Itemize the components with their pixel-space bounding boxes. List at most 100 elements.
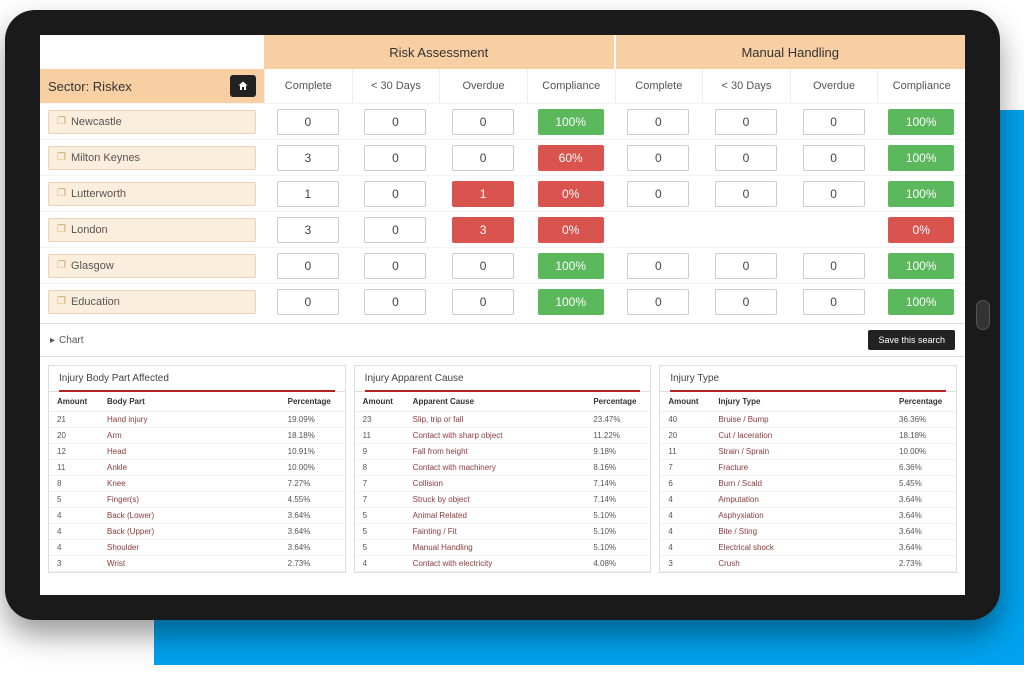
table-cell-link[interactable]: Head	[99, 444, 280, 460]
compliance-cell: 100%	[527, 253, 615, 279]
table-cell-link[interactable]: Asphyxiation	[710, 508, 891, 524]
value-box[interactable]: 0	[364, 181, 426, 207]
table-cell: 11.22%	[585, 428, 650, 444]
table-cell-link[interactable]: Electrical shock	[710, 540, 891, 556]
location-row: ❐Glasgow000100%000100%	[40, 247, 965, 283]
value-box[interactable]: 0	[452, 145, 514, 171]
value-box[interactable]: 0	[715, 253, 777, 279]
value-box[interactable]: 3	[452, 217, 514, 243]
table-cell-link[interactable]: Shoulder	[99, 540, 280, 556]
column-header: Compliance	[877, 69, 965, 103]
table-cell-link[interactable]: Contact with machinery	[405, 460, 586, 476]
value-cell: 0	[439, 253, 527, 279]
value-box[interactable]: 0	[364, 145, 426, 171]
table-cell: 3.64%	[280, 524, 345, 540]
value-box[interactable]: 3	[277, 145, 339, 171]
table-cell-link[interactable]: Fall from height	[405, 444, 586, 460]
compliance-badge: 100%	[538, 289, 604, 315]
value-cell: 0	[790, 109, 878, 135]
location-cell: ❐Lutterworth	[40, 182, 264, 206]
panel-title: Injury Body Part Affected	[49, 366, 345, 392]
tablet-home-button[interactable]	[976, 300, 990, 330]
location-name: Newcastle	[71, 116, 122, 128]
table-cell-link[interactable]: Arm	[99, 428, 280, 444]
value-box[interactable]: 0	[627, 145, 689, 171]
value-box[interactable]: 0	[627, 109, 689, 135]
value-cell: 0	[702, 289, 790, 315]
value-box[interactable]: 0	[364, 109, 426, 135]
table-cell-link[interactable]: Animal Related	[405, 508, 586, 524]
value-box[interactable]: 0	[627, 289, 689, 315]
bookmark-icon: ❐	[57, 260, 66, 271]
table-header: Injury Type	[710, 392, 891, 412]
table-row: 7Collision7.14%	[355, 476, 651, 492]
value-box[interactable]: 0	[277, 253, 339, 279]
value-box[interactable]: 0	[277, 289, 339, 315]
table-cell-link[interactable]: Bite / Sting	[710, 524, 891, 540]
table-cell-link[interactable]: Cut / laceration	[710, 428, 891, 444]
location-tag[interactable]: ❐London	[48, 218, 256, 242]
table-cell-link[interactable]: Finger(s)	[99, 492, 280, 508]
table-cell-link[interactable]: Struck by object	[405, 492, 586, 508]
value-box[interactable]: 0	[364, 253, 426, 279]
table-cell-link[interactable]: Strain / Sprain	[710, 444, 891, 460]
value-cell: 0	[790, 253, 878, 279]
table-cell-link[interactable]: Crush	[710, 556, 891, 572]
table-cell-link[interactable]: Back (Lower)	[99, 508, 280, 524]
location-tag[interactable]: ❐Lutterworth	[48, 182, 256, 206]
table-cell-link[interactable]: Fracture	[710, 460, 891, 476]
chart-toggle[interactable]: ▸ Chart	[50, 335, 83, 346]
value-box[interactable]: 3	[277, 217, 339, 243]
value-cell	[790, 217, 878, 243]
value-box[interactable]: 0	[803, 109, 865, 135]
table-cell-link[interactable]: Contact with electricity	[405, 556, 586, 572]
value-box[interactable]: 0	[364, 289, 426, 315]
location-tag[interactable]: ❐Education	[48, 290, 256, 314]
value-box[interactable]: 0	[452, 253, 514, 279]
table-cell: 9.18%	[585, 444, 650, 460]
home-icon[interactable]	[230, 75, 256, 97]
value-box[interactable]: 0	[627, 181, 689, 207]
report-panel: Injury TypeAmountInjury TypePercentage40…	[659, 365, 957, 573]
compliance-cell: 100%	[877, 145, 965, 171]
table-cell-link[interactable]: Knee	[99, 476, 280, 492]
value-box[interactable]: 0	[715, 145, 777, 171]
value-box[interactable]: 0	[452, 289, 514, 315]
value-box[interactable]: 0	[277, 109, 339, 135]
table-cell-link[interactable]: Wrist	[99, 556, 280, 572]
table-cell: 4	[660, 508, 710, 524]
table-cell-link[interactable]: Amputation	[710, 492, 891, 508]
value-box[interactable]: 0	[715, 109, 777, 135]
table-cell-link[interactable]: Manual Handling	[405, 540, 586, 556]
value-box[interactable]: 1	[452, 181, 514, 207]
table-cell-link[interactable]: Burn / Scald	[710, 476, 891, 492]
table-cell-link[interactable]: Collision	[405, 476, 586, 492]
value-box[interactable]: 0	[803, 253, 865, 279]
value-box[interactable]: 0	[364, 217, 426, 243]
table-header: Body Part	[99, 392, 280, 412]
value-box[interactable]: 0	[803, 289, 865, 315]
compliance-cell: 100%	[877, 253, 965, 279]
table-cell-link[interactable]: Hand injury	[99, 412, 280, 428]
location-tag[interactable]: ❐Glasgow	[48, 254, 256, 278]
table-cell: 5.10%	[585, 540, 650, 556]
value-box[interactable]: 0	[627, 253, 689, 279]
table-cell: 11	[49, 460, 99, 476]
column-header: < 30 Days	[702, 69, 790, 103]
value-box[interactable]: 0	[715, 181, 777, 207]
table-cell-link[interactable]: Contact with sharp object	[405, 428, 586, 444]
value-box[interactable]: 0	[803, 181, 865, 207]
location-tag[interactable]: ❐Milton Keynes	[48, 146, 256, 170]
value-box[interactable]: 1	[277, 181, 339, 207]
table-cell-link[interactable]: Bruise / Bump	[710, 412, 891, 428]
table-cell-link[interactable]: Slip, trip or fall	[405, 412, 586, 428]
table-row: 3Crush2.73%	[660, 556, 956, 572]
value-box[interactable]: 0	[803, 145, 865, 171]
location-tag[interactable]: ❐Newcastle	[48, 110, 256, 134]
value-box[interactable]: 0	[715, 289, 777, 315]
value-box[interactable]: 0	[452, 109, 514, 135]
table-cell-link[interactable]: Back (Upper)	[99, 524, 280, 540]
save-search-button[interactable]: Save this search	[868, 330, 955, 350]
table-cell-link[interactable]: Ankle	[99, 460, 280, 476]
table-cell-link[interactable]: Fainting / Fit	[405, 524, 586, 540]
